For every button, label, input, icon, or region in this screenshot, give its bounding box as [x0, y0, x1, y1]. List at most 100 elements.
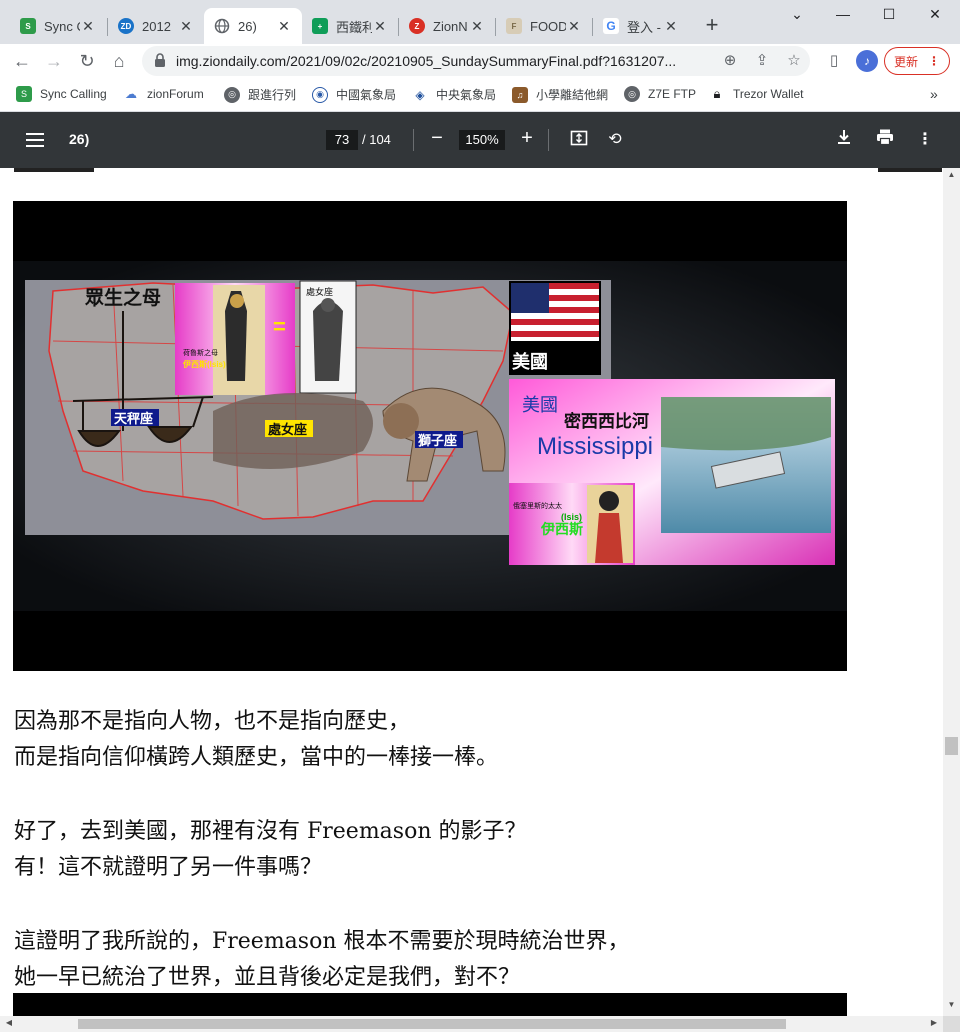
tab-zion[interactable]: Z ZionN ✕ [399, 8, 495, 44]
fit-page-icon[interactable] [568, 129, 590, 151]
tab-search-icon[interactable]: ⌄ [782, 6, 812, 26]
bookmark-label: 中國氣象局 [336, 88, 397, 102]
close-icon[interactable]: ✕ [80, 18, 96, 35]
sheets-favicon-icon: + [312, 18, 328, 34]
next-slide-image [13, 993, 847, 1016]
bookmark-sync-calling[interactable]: S Sync Calling [16, 86, 107, 102]
zoom-in-button[interactable]: + [515, 127, 539, 151]
tab-sheet[interactable]: + 西鐵利 ✕ [302, 8, 398, 44]
close-icon[interactable]: ✕ [469, 18, 485, 35]
close-icon[interactable]: ✕ [276, 18, 292, 35]
new-tab-button[interactable]: + [700, 14, 724, 38]
bookmark-cwb[interactable]: ◈ 中央氣象局 [412, 86, 496, 103]
bookmark-label: Z7E FTP [648, 87, 697, 101]
bookmark-label: zionForum [147, 87, 204, 101]
share-icon[interactable]: ⇪ [752, 51, 772, 71]
page-number-input[interactable]: 73 [326, 130, 358, 150]
close-icon[interactable]: ✕ [178, 18, 194, 35]
cwb-favicon-icon: ◈ [415, 87, 425, 102]
zoom-icon[interactable]: ⊕ [720, 51, 740, 71]
update-label: 更新 [893, 54, 918, 69]
zionforum-favicon-icon: ☁ [125, 87, 137, 101]
tab-food[interactable]: F FOOD ✕ [496, 8, 592, 44]
more-bookmarks-icon[interactable]: » [930, 86, 938, 102]
horizontal-scrollbar[interactable]: ◀ ▶ [0, 1016, 943, 1032]
close-icon[interactable]: ✕ [663, 18, 679, 35]
back-button[interactable]: ← [10, 49, 34, 73]
tab-title: Sync C [44, 18, 80, 34]
horizontal-scroll-thumb[interactable] [78, 1019, 786, 1029]
zion-favicon-icon: Z [409, 18, 425, 34]
globe-icon [214, 18, 230, 34]
bookmark-label: Trezor Wallet [733, 87, 804, 101]
menu-icon[interactable] [26, 133, 44, 147]
page-total: / 104 [362, 132, 391, 147]
paragraph-line: 她一早已統治了世界，並且背後必定是我們，對不？ [14, 965, 521, 990]
tab-title: ZionN [433, 18, 468, 34]
close-icon[interactable]: ✕ [566, 18, 582, 35]
vertical-scrollbar[interactable]: ▲ ▼ [943, 168, 960, 1016]
paragraph-line: 而是指向信仰橫跨人類歷史，當中的一棒接一棒。 [14, 745, 499, 770]
kebab-menu-icon: ⋮ [928, 54, 940, 68]
bookmark-follow-queue[interactable]: ◎ 跟進行列 [224, 86, 296, 103]
bookmark-star-icon[interactable]: ☆ [784, 51, 804, 71]
tab-strip: S Sync C ✕ ZD 2012 ✕ 26) ✕ + 西鐵利 ✕ Z Zio… [0, 0, 960, 44]
lock-icon [155, 53, 165, 67]
scroll-right-icon[interactable]: ▶ [927, 1018, 941, 1030]
pdf-toolbar: 26) 73 / 104 − 150% + ⟲ ⋮ [0, 112, 960, 168]
tab-active-pdf[interactable]: 26) ✕ [204, 8, 302, 44]
close-window-button[interactable]: ✕ [920, 6, 950, 26]
rotate-icon[interactable]: ⟲ [604, 129, 626, 151]
print-icon[interactable] [874, 129, 896, 151]
food-favicon-icon: F [506, 18, 522, 34]
vertical-scroll-thumb[interactable] [945, 737, 958, 755]
libra-label: 天秤座 [114, 411, 153, 426]
side-panel-icon[interactable]: ▯ [822, 49, 846, 73]
bookmark-cma[interactable]: ◉ 中國氣象局 [312, 86, 396, 103]
panel-mississippi-label: Mississippi [537, 433, 653, 460]
isis2-caption-name: 伊西斯 [540, 521, 583, 537]
url-text[interactable]: img.ziondaily.com/2021/09/02c/20210905_S… [176, 53, 716, 69]
scroll-down-icon[interactable]: ▼ [943, 1000, 960, 1014]
document-title: 26) [69, 131, 90, 147]
paragraph-line: 好了，去到美國，那裡有沒有 Freemason 的影子？ [14, 819, 527, 844]
profile-avatar[interactable]: ♪ [856, 50, 878, 72]
scroll-left-icon[interactable]: ◀ [2, 1018, 16, 1030]
page-header-fragment [878, 168, 942, 172]
usa-label: 美國 [512, 351, 548, 372]
bookmark-zionforum[interactable]: ☁ zionForum [123, 86, 204, 102]
bookmark-trezor[interactable]: 🔒︎ Trezor Wallet [709, 86, 804, 102]
slide-image: 眾生之母 荷魯斯之母 伊西斯(Isis) = 處女座 天秤座 處女座 獅子座 美… [13, 201, 847, 671]
home-icon[interactable]: ⌂ [107, 49, 131, 73]
browser-toolbar: ← → ↻ ⌂ img.ziondaily.com/2021/09/02c/20… [0, 44, 960, 78]
tab-google-login[interactable]: G 登入 - ✕ [593, 8, 689, 44]
update-button[interactable]: 更新 ⋮ [884, 47, 950, 75]
paragraph-line: 有！這不就證明了另一件事嗎？ [14, 855, 323, 880]
forward-button[interactable]: → [42, 49, 66, 73]
minimize-button[interactable]: — [828, 6, 858, 26]
virgo-engraving-label: 處女座 [306, 286, 333, 297]
zoom-level-input[interactable]: 150% [459, 130, 505, 150]
page-header-fragment [14, 168, 94, 172]
paragraph-line: 因為那不是指向人物，也不是指向歷史， [14, 709, 411, 734]
scroll-corner [943, 1016, 960, 1032]
tab-2012[interactable]: ZD 2012 ✕ [108, 8, 204, 44]
download-icon[interactable] [833, 129, 855, 151]
pdf-page-view[interactable]: 眾生之母 荷魯斯之母 伊西斯(Isis) = 處女座 天秤座 處女座 獅子座 美… [0, 168, 943, 1016]
bookmark-guitar[interactable]: ♫ 小學離結他網 [512, 86, 608, 103]
reload-button[interactable]: ↻ [75, 49, 99, 73]
tab-title: 西鐵利 [336, 19, 372, 35]
more-options-icon[interactable]: ⋮ [914, 129, 936, 151]
paragraph-line: 這證明了我所說的，Freemason 根本不需要於現時統治世界， [14, 929, 630, 954]
close-icon[interactable]: ✕ [372, 18, 388, 35]
address-bar[interactable]: img.ziondaily.com/2021/09/02c/20210905_S… [142, 46, 810, 76]
globe-icon: ◎ [624, 86, 640, 102]
tab-title: 26) [238, 18, 257, 34]
scroll-up-icon[interactable]: ▲ [943, 170, 960, 184]
usa-flag-image [511, 283, 599, 341]
tab-sync[interactable]: S Sync C ✕ [10, 8, 106, 44]
globe-icon: ◎ [224, 86, 240, 103]
maximize-button[interactable]: ☐ [874, 6, 904, 26]
bookmark-ftp[interactable]: ◎ Z7E FTP [624, 86, 696, 102]
zoom-out-button[interactable]: − [425, 127, 449, 151]
